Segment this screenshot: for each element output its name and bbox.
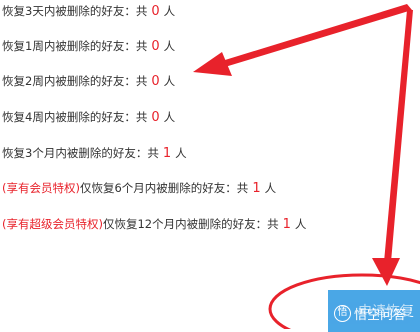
recovery-row-1-week: 恢复1周内被删除的好友：共 0 人 bbox=[2, 38, 175, 55]
recovery-label: 仅恢复6个月内被删除的好友：共 bbox=[79, 181, 249, 195]
recovery-label: 恢复1周内被删除的好友：共 bbox=[2, 39, 148, 53]
annotation-arrowhead-row bbox=[193, 52, 232, 76]
recovery-row-3-days: 恢复3天内被删除的好友：共 0 人 bbox=[2, 3, 175, 20]
watermark-logo-icon: 悟 bbox=[334, 304, 351, 322]
recovery-row-3-months: 恢复3个月内被删除的好友：共 1 人 bbox=[2, 145, 187, 162]
count-unit: 人 bbox=[163, 110, 176, 124]
recovery-label: 仅恢复12个月内被删除的好友：共 bbox=[102, 217, 279, 231]
member-privilege-note: (享有会员特权) bbox=[2, 181, 80, 195]
recovery-row-2-weeks: 恢复2周内被删除的好友：共 0 人 bbox=[2, 73, 175, 90]
count-unit: 人 bbox=[294, 217, 307, 231]
deleted-friends-count: 0 bbox=[151, 4, 160, 19]
deleted-friends-count: 0 bbox=[151, 74, 160, 89]
recovery-row-4-weeks: 恢复4周内被删除的好友：共 0 人 bbox=[2, 109, 175, 126]
deleted-friends-count: 0 bbox=[151, 110, 160, 125]
count-unit: 人 bbox=[163, 39, 176, 53]
deleted-friends-count: 1 bbox=[282, 217, 291, 232]
deleted-friends-count: 1 bbox=[252, 181, 261, 196]
recovery-row-6-months: (享有会员特权)仅恢复6个月内被删除的好友：共 1 人 bbox=[2, 180, 276, 197]
recovery-label: 恢复4周内被删除的好友：共 bbox=[2, 110, 148, 124]
recovery-label: 恢复3个月内被删除的好友：共 bbox=[2, 146, 159, 160]
deleted-friends-count: 1 bbox=[162, 146, 172, 161]
watermark-text: 悟空问答 bbox=[354, 307, 407, 323]
deleted-friends-count: 0 bbox=[151, 39, 160, 54]
annotation-arrowhead-button bbox=[372, 258, 400, 286]
recovery-row-12-months: (享有超级会员特权)仅恢复12个月内被删除的好友：共 1 人 bbox=[2, 216, 306, 233]
recovery-label: 恢复3天内被删除的好友：共 bbox=[2, 4, 148, 18]
count-unit: 人 bbox=[163, 4, 176, 18]
count-unit: 人 bbox=[163, 74, 176, 88]
annotation-arrow-to-button bbox=[384, 10, 413, 262]
count-unit: 人 bbox=[175, 146, 187, 160]
watermark: 悟 悟空问答 bbox=[330, 302, 411, 324]
count-unit: 人 bbox=[264, 181, 277, 195]
super-member-privilege-note: (享有超级会员特权) bbox=[2, 217, 103, 231]
recovery-label: 恢复2周内被删除的好友：共 bbox=[2, 74, 148, 88]
annotation-arrow-to-row bbox=[212, 4, 412, 70]
